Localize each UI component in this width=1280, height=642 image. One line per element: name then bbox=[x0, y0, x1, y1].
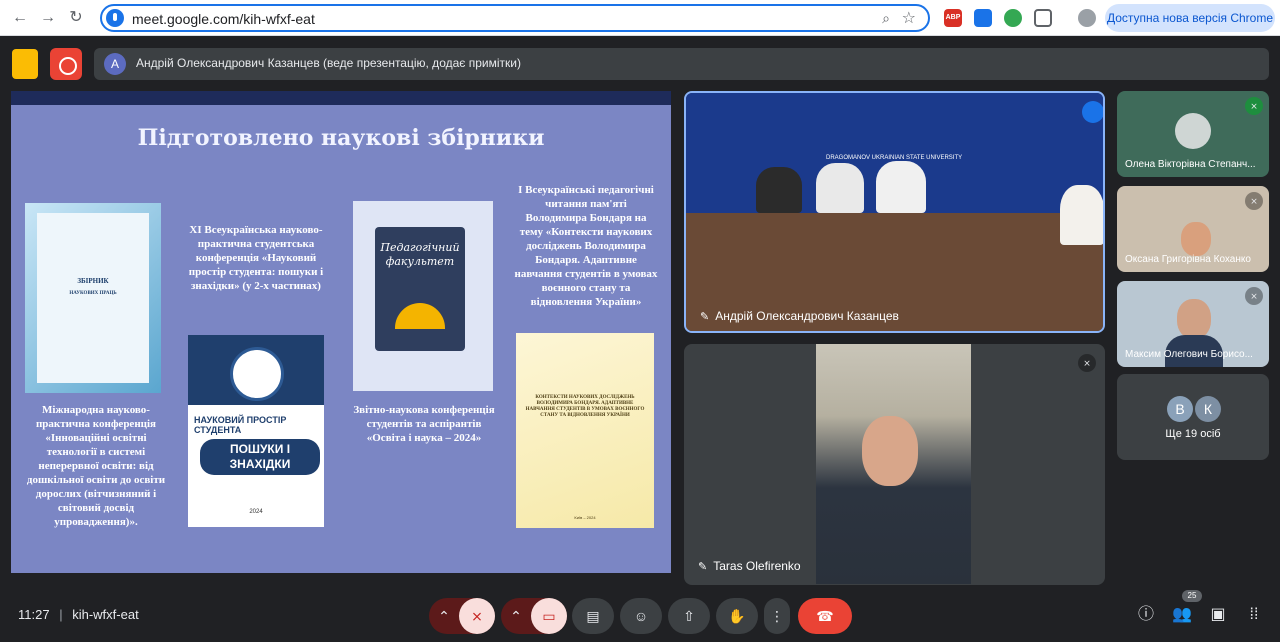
mic-off-icon: ⨯ bbox=[1245, 287, 1263, 305]
cover-3-title: Педагогічний факультет bbox=[380, 241, 460, 268]
participant-tile-maksym[interactable]: ⨯ Максим Олегович Борисо... bbox=[1117, 281, 1269, 367]
hand-icon: ✋ bbox=[728, 608, 746, 624]
presenter-avatar: A bbox=[104, 53, 126, 75]
profile-avatar[interactable] bbox=[1078, 9, 1096, 27]
caption-4: І Всеукраїнські педагогічні читання пам'… bbox=[514, 184, 658, 308]
slide-title: Підготовлено наукові збірники bbox=[137, 125, 545, 151]
captions-button[interactable]: ▤ bbox=[572, 598, 614, 634]
chevron-up-icon[interactable]: ⌃ bbox=[501, 598, 531, 634]
avatar: К bbox=[1195, 396, 1221, 422]
extension-globe-icon[interactable] bbox=[1004, 9, 1022, 27]
reload-icon[interactable]: ↻ bbox=[66, 8, 86, 28]
collection-cover-4: КОНТЕКСТИ НАУКОВИХ ДОСЛІДЖЕНЬ ВОЛОДИМИРА… bbox=[516, 333, 654, 528]
more-participants-label: Ще 19 осіб bbox=[1165, 428, 1221, 440]
portrait-medal-icon bbox=[230, 347, 284, 401]
presenter-banner: A Андрій Олександрович Казанцев (веде пр… bbox=[94, 48, 1269, 80]
collection-cover-2: НАУКОВИЙ ПРОСТІР СТУДЕНТА ПОШУКИ І ЗНАХІ… bbox=[188, 335, 324, 527]
mic-control-group: ⌃ ⨯ bbox=[429, 598, 495, 634]
meet-top-bar: A Андрій Олександрович Казанцев (веде пр… bbox=[0, 36, 1280, 92]
participant-name: Максим Олегович Борисо... bbox=[1125, 349, 1253, 360]
clock-time: 11:27 bbox=[18, 607, 50, 622]
participant-name: Taras Olefirenko bbox=[713, 559, 801, 573]
leave-call-button[interactable]: ☎ bbox=[798, 598, 852, 634]
participant-figure bbox=[816, 163, 864, 213]
pin-icon[interactable]: ✎ bbox=[698, 561, 707, 573]
chevron-up-icon[interactable]: ⌃ bbox=[429, 598, 459, 634]
participant-face bbox=[1177, 299, 1211, 339]
recording-icon[interactable] bbox=[50, 48, 82, 80]
cover-2-year: 2024 bbox=[249, 509, 263, 515]
present-button[interactable]: ⇧ bbox=[668, 598, 710, 634]
caption-1: Міжнародна науково-практична конференція… bbox=[26, 404, 166, 528]
back-icon[interactable]: ← bbox=[10, 8, 30, 28]
cover-4-footer: Київ – 2024 bbox=[574, 515, 596, 520]
captions-icon: ▤ bbox=[586, 608, 600, 624]
info-icon[interactable]: ⓘ bbox=[1135, 604, 1157, 626]
cover-4-title: КОНТЕКСТИ НАУКОВИХ ДОСЛІДЖЕНЬ ВОЛОДИМИРА… bbox=[525, 395, 645, 418]
more-participants-tile[interactable]: В К Ще 19 осіб bbox=[1117, 374, 1269, 460]
avatar: В bbox=[1167, 396, 1193, 422]
caption-2: XI Всеукраїнська науково-практична студе… bbox=[188, 224, 324, 292]
speaker-tile-main[interactable]: DRAGOMANOV UKRAINIAN STATE UNIVERSITY ✎ А… bbox=[684, 91, 1105, 333]
camera-off-icon: ▭ bbox=[542, 608, 556, 624]
bookmark-star-icon[interactable]: ☆ bbox=[902, 8, 916, 28]
raise-hand-button[interactable]: ✋ bbox=[716, 598, 758, 634]
meeting-code: kih-wfxf-eat bbox=[72, 607, 139, 622]
more-vert-icon: ⋮ bbox=[770, 608, 784, 624]
zoom-icon[interactable]: ⌕ bbox=[882, 10, 890, 27]
cover-2-banner: ПОШУКИ І ЗНАХІДКИ bbox=[200, 439, 320, 475]
address-bar[interactable]: meet.google.com/kih-wfxf-eat ⌕ ☆ bbox=[100, 4, 930, 32]
speaking-indicator-icon bbox=[1082, 101, 1103, 123]
caption-3: Звітно-наукова конференція студентів та … bbox=[353, 404, 495, 444]
participant-name: Андрій Олександрович Казанцев bbox=[715, 309, 899, 323]
participant-face bbox=[862, 416, 918, 486]
participant-tile-oksana[interactable]: ⨯ Оксана Григорівна Коханко bbox=[1117, 186, 1269, 272]
participant-tile-taras[interactable]: ⨯ ✎ Taras Olefirenko bbox=[684, 344, 1105, 585]
avatar bbox=[1175, 113, 1211, 149]
participant-name: Олена Вікторівна Степанч... bbox=[1125, 159, 1256, 170]
participant-face bbox=[1181, 222, 1211, 256]
cover-1-subtitle: НАУКОВИХ ПРАЦЬ bbox=[69, 291, 117, 296]
participant-figure bbox=[1060, 185, 1103, 245]
more-options-button[interactable]: ⋮ bbox=[764, 598, 790, 634]
pin-icon[interactable]: ✎ bbox=[700, 311, 709, 323]
mic-icon[interactable] bbox=[106, 9, 124, 27]
sun-icon bbox=[395, 303, 445, 329]
browser-toolbar: ← → ↻ meet.google.com/kih-wfxf-eat ⌕ ☆ A… bbox=[0, 0, 1280, 36]
forward-icon[interactable]: → bbox=[38, 8, 58, 28]
participant-name: Оксана Григорівна Коханко bbox=[1125, 254, 1251, 265]
present-screen-icon: ⇧ bbox=[683, 608, 695, 624]
end-call-icon: ☎ bbox=[816, 608, 834, 624]
chrome-update-button[interactable]: Доступна нова версія Chrome bbox=[1105, 4, 1275, 32]
mic-off-icon: ⨯ bbox=[1245, 97, 1263, 115]
participant-figure bbox=[876, 161, 926, 213]
cover-1-title: ЗБІРНИК bbox=[77, 277, 109, 285]
url-text: meet.google.com/kih-wfxf-eat bbox=[132, 11, 315, 27]
extensions-puzzle-icon[interactable] bbox=[1034, 9, 1052, 27]
camera-off-button[interactable]: ▭ bbox=[531, 598, 567, 634]
participant-figure bbox=[756, 167, 802, 213]
mic-off-icon: ⨯ bbox=[1245, 192, 1263, 210]
participant-video bbox=[816, 344, 971, 584]
microphone-off-button[interactable]: ⨯ bbox=[459, 598, 495, 634]
presenter-text: Андрій Олександрович Казанцев (веде през… bbox=[136, 56, 521, 70]
cover-2-title: НАУКОВИЙ ПРОСТІР СТУДЕНТА bbox=[194, 415, 287, 435]
presentation-slide: Підготовлено наукові збірники ЗБІРНИК НА… bbox=[11, 91, 671, 573]
mic-off-icon: ⨯ bbox=[1078, 354, 1096, 372]
camera-control-group: ⌃ ▭ bbox=[501, 598, 567, 634]
activities-icon[interactable]: ⁞⁞ bbox=[1243, 604, 1265, 626]
emoji-icon: ☺ bbox=[633, 608, 649, 624]
collection-cover-3: Педагогічний факультет bbox=[353, 201, 493, 391]
collection-cover-1: ЗБІРНИК НАУКОВИХ ПРАЦЬ bbox=[25, 203, 161, 393]
people-icon[interactable]: 👥 bbox=[1171, 604, 1193, 626]
adblock-icon[interactable]: ABP bbox=[944, 9, 962, 27]
participant-tile-olena[interactable]: ⨯ Олена Вікторівна Степанч... bbox=[1117, 91, 1269, 177]
chat-icon[interactable]: ▣ bbox=[1207, 604, 1229, 626]
translate-icon[interactable] bbox=[974, 9, 992, 27]
reactions-button[interactable]: ☺ bbox=[620, 598, 662, 634]
stop-presenting-icon[interactable] bbox=[12, 49, 38, 79]
participants-count-badge: 25 bbox=[1182, 590, 1202, 602]
mic-off-icon: ⨯ bbox=[471, 608, 483, 624]
slide-header-band bbox=[11, 91, 671, 105]
